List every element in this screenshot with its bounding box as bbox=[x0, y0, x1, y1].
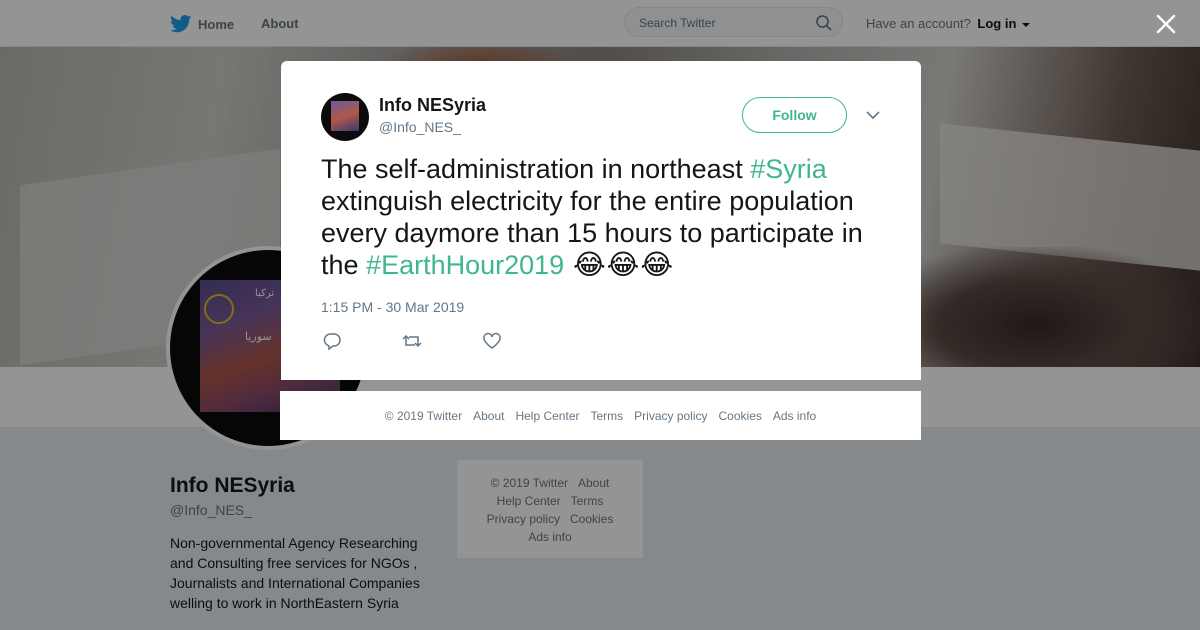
tweet-author-avatar[interactable] bbox=[321, 93, 369, 141]
avatar-map-graphic bbox=[331, 101, 359, 131]
tweet-timestamp[interactable]: 1:15 PM - 30 Mar 2019 bbox=[321, 299, 464, 315]
tweet-text: The self-administration in northeast #Sy… bbox=[321, 153, 891, 281]
footer-privacy-link[interactable]: Privacy policy bbox=[634, 409, 707, 423]
chevron-down-icon[interactable] bbox=[865, 109, 881, 121]
tweet-author-handle[interactable]: @Info_NES_ bbox=[379, 119, 461, 135]
footer-terms-link[interactable]: Terms bbox=[590, 409, 623, 423]
footer-copyright: © 2019 Twitter bbox=[384, 408, 463, 423]
hashtag-link[interactable]: #Syria bbox=[750, 154, 827, 184]
follow-button[interactable]: Follow bbox=[742, 97, 847, 133]
heart-icon[interactable] bbox=[481, 331, 503, 351]
modal-footer: © 2019 Twitter About Help Center Terms P… bbox=[280, 391, 921, 440]
footer-cookies-link[interactable]: Cookies bbox=[719, 409, 762, 423]
tweet-emojis: 😂😂😂 bbox=[564, 249, 675, 280]
tweet-text-part: The self-administration in northeast bbox=[321, 154, 751, 184]
close-icon[interactable] bbox=[1154, 12, 1178, 36]
footer-about-link[interactable]: About bbox=[473, 409, 504, 423]
hashtag-link[interactable]: #EarthHour2019 bbox=[366, 250, 564, 280]
footer-help-link[interactable]: Help Center bbox=[515, 409, 579, 423]
tweet-author-name[interactable]: Info NESyria bbox=[379, 95, 486, 116]
reply-icon[interactable] bbox=[321, 331, 343, 351]
retweet-icon[interactable] bbox=[401, 331, 423, 351]
tweet-modal: Info NESyria @Info_NES_ Follow The self-… bbox=[281, 61, 921, 380]
footer-ads-link[interactable]: Ads info bbox=[773, 409, 816, 423]
